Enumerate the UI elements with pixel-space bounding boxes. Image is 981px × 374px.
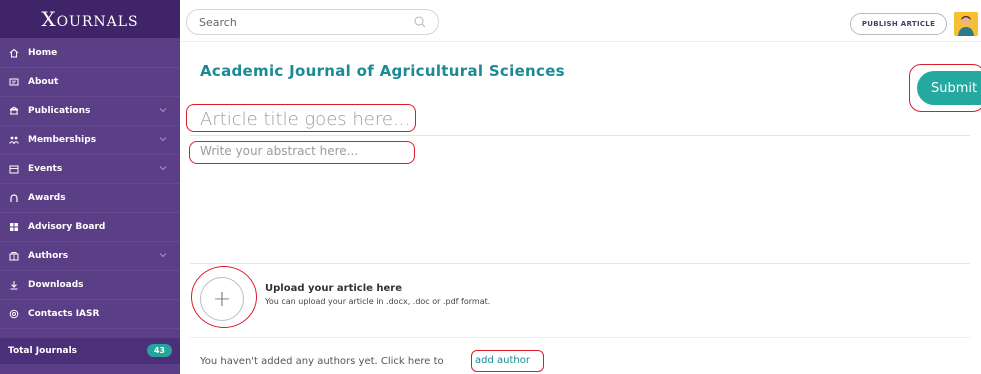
- home-icon: [8, 47, 20, 59]
- divider: [190, 337, 970, 338]
- sidebar-item-label: Publications: [28, 106, 91, 116]
- total-journals[interactable]: Total Journals 43: [0, 338, 180, 364]
- journal-title: Academic Journal of Agricultural Science…: [200, 62, 565, 80]
- authors-icon: [8, 250, 20, 262]
- user-avatar-icon: [954, 12, 978, 36]
- sidebar: Xournals Home About Publications Members…: [0, 0, 180, 374]
- sidebar-item-contacts[interactable]: Contacts IASR: [0, 300, 180, 329]
- total-journals-badge: 43: [146, 344, 172, 357]
- download-icon: [8, 279, 20, 291]
- info-card-icon: [8, 76, 20, 88]
- contacts-icon: [8, 308, 20, 320]
- sidebar-item-home[interactable]: Home: [0, 39, 180, 68]
- sidebar-item-events[interactable]: Events: [0, 155, 180, 184]
- sidebar-item-about[interactable]: About: [0, 68, 180, 97]
- sidebar-item-memberships[interactable]: Memberships: [0, 126, 180, 155]
- logo[interactable]: Xournals: [0, 0, 180, 38]
- publications-icon: [8, 105, 20, 117]
- sidebar-item-publications[interactable]: Publications: [0, 97, 180, 126]
- sidebar-item-label: Advisory Board: [28, 222, 106, 232]
- chevron-down-icon: [158, 250, 168, 260]
- upload-highlight: [191, 266, 257, 328]
- sidebar-item-awards[interactable]: Awards: [0, 184, 180, 213]
- award-icon: [8, 192, 20, 204]
- add-author-highlight: [471, 350, 544, 372]
- avatar[interactable]: [954, 12, 978, 36]
- sidebar-item-label: Memberships: [28, 135, 97, 145]
- sidebar-item-label: Contacts IASR: [28, 309, 100, 319]
- sidebar-item-label: Home: [28, 48, 58, 58]
- sidebar-nav: Home About Publications Memberships Even…: [0, 39, 180, 329]
- sidebar-item-label: Downloads: [28, 280, 84, 290]
- sidebar-item-label: Events: [28, 164, 63, 174]
- authors-empty-text: You haven't added any authors yet. Click…: [200, 356, 444, 367]
- sidebar-item-label: Awards: [28, 193, 66, 203]
- sidebar-item-authors[interactable]: Authors: [0, 242, 180, 271]
- sidebar-item-downloads[interactable]: Downloads: [0, 271, 180, 300]
- chevron-down-icon: [158, 163, 168, 173]
- topbar: PUBLISH ARTICLE: [180, 0, 981, 42]
- upload-description: You can upload your article in .docx, .d…: [265, 297, 491, 306]
- advisory-board-icon: [8, 221, 20, 233]
- total-journals-label: Total Journals: [8, 346, 78, 356]
- search-input[interactable]: [186, 9, 439, 35]
- memberships-icon: [8, 134, 20, 146]
- chevron-down-icon: [158, 134, 168, 144]
- abstract-highlight: [189, 141, 415, 164]
- sidebar-item-label: Authors: [28, 251, 69, 261]
- calendar-icon: [8, 163, 20, 175]
- chevron-down-icon: [158, 105, 168, 115]
- upload-title: Upload your article here: [265, 283, 403, 294]
- search-icon[interactable]: [413, 14, 429, 30]
- sidebar-item-advisory-board[interactable]: Advisory Board: [0, 213, 180, 242]
- title-highlight: [186, 104, 416, 132]
- sidebar-item-label: About: [28, 77, 59, 87]
- publish-article-button[interactable]: PUBLISH ARTICLE: [850, 13, 947, 35]
